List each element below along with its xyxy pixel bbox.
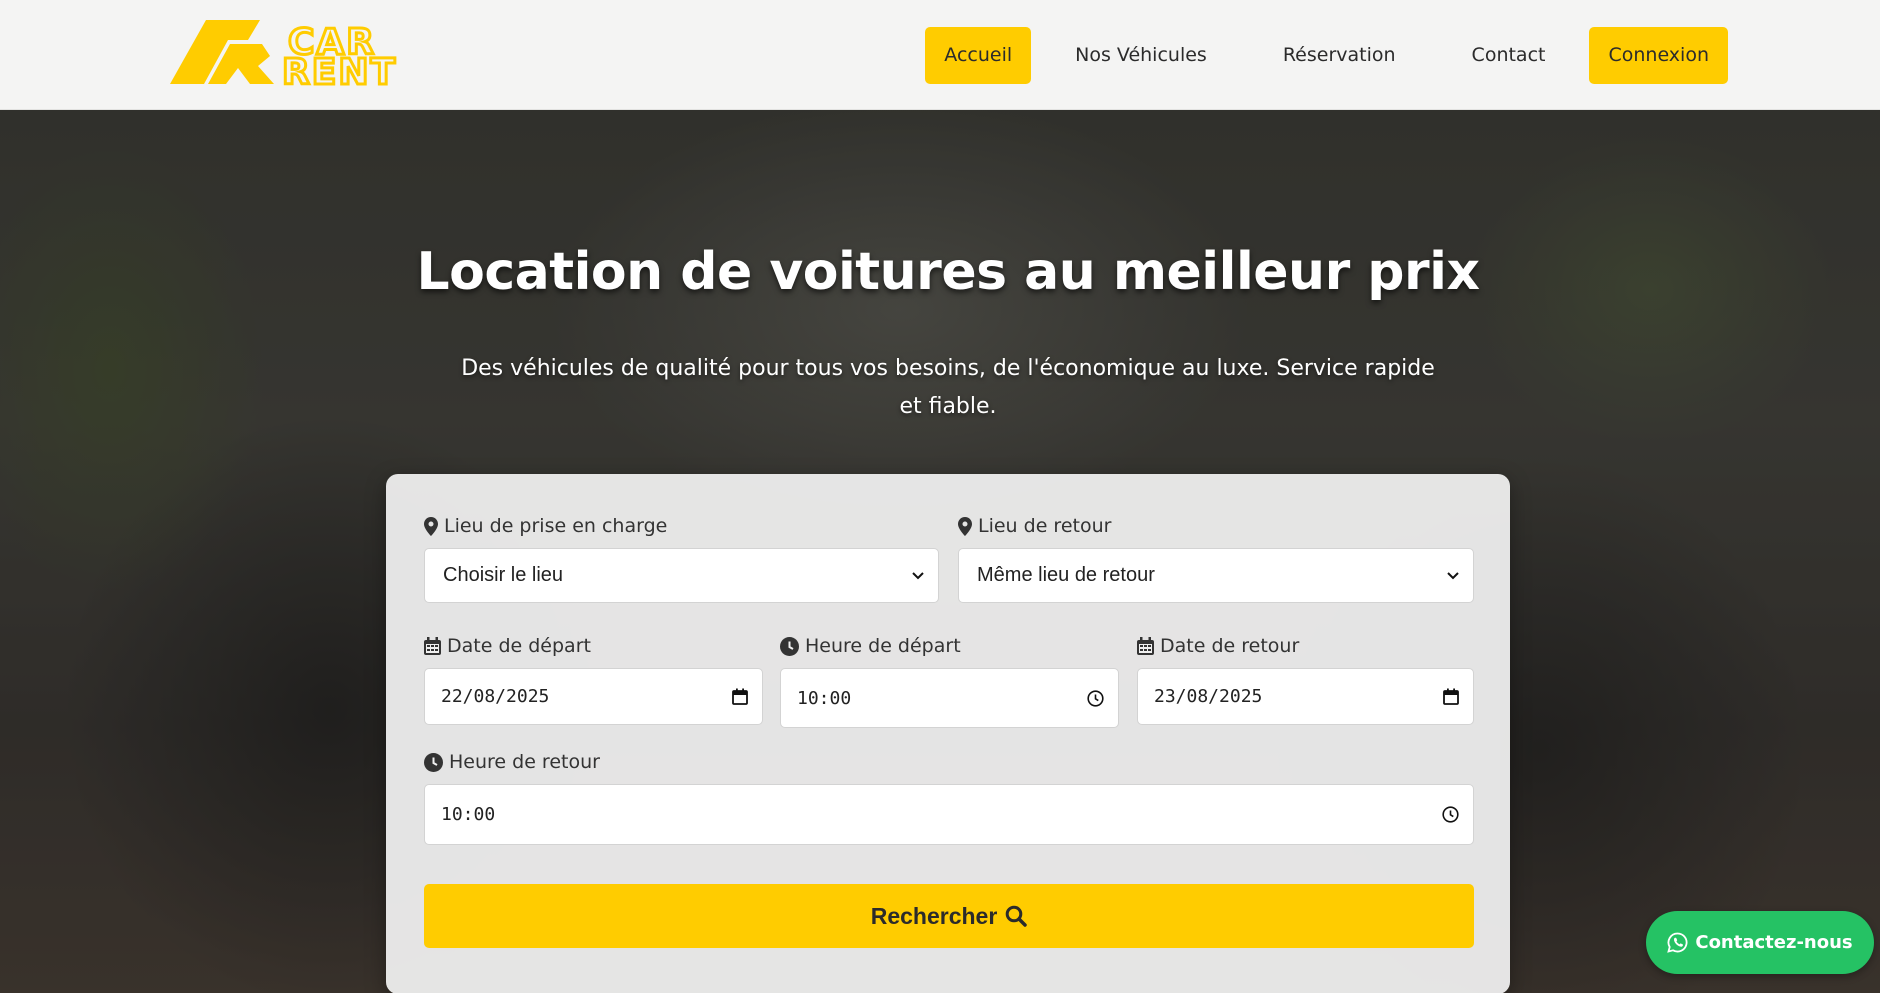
nav-reservation[interactable]: Réservation: [1251, 27, 1428, 84]
clock-icon: [780, 636, 799, 656]
chevron-down-icon: [1447, 571, 1459, 579]
nav-accueil[interactable]: Accueil: [925, 27, 1032, 84]
return-location-field: Lieu de retour Même lieu de retour: [958, 514, 1474, 603]
departure-date-field: Date de départ 22/08/2025: [424, 634, 763, 725]
departure-date-label: Date de départ: [447, 635, 591, 657]
departure-date-input[interactable]: 22/08/2025: [424, 668, 763, 725]
return-time-input[interactable]: 10:00: [424, 784, 1474, 845]
return-time-label: Heure de retour: [449, 751, 600, 773]
search-icon: [1005, 905, 1028, 927]
pickup-location-select[interactable]: Choisir le lieu: [424, 548, 939, 603]
pickup-location-field: Lieu de prise en charge Choisir le lieu: [424, 514, 939, 603]
car-rent-logo[interactable]: CAR RENT: [170, 20, 440, 86]
return-time-field: Heure de retour 10:00: [424, 750, 1474, 845]
return-location-label: Lieu de retour: [978, 515, 1112, 537]
main-nav: Accueil Nos Véhicules Réservation Contac…: [913, 27, 1728, 84]
return-date-input[interactable]: 23/08/2025: [1137, 668, 1474, 725]
nav-contact[interactable]: Contact: [1440, 27, 1578, 84]
return-date-field: Date de retour 23/08/2025: [1137, 634, 1474, 725]
hero-section: Location de voitures au meilleur prix De…: [0, 110, 1880, 993]
hero-subtitle: Des véhicules de qualité pour tous vos b…: [461, 356, 1435, 419]
departure-time-label: Heure de départ: [805, 635, 961, 657]
booking-form: Lieu de prise en charge Choisir le lieu …: [386, 474, 1510, 993]
whatsapp-contact-button[interactable]: Contactez-nous: [1646, 911, 1874, 974]
calendar-picker-icon[interactable]: [1443, 688, 1459, 705]
nav-nos-vehicules[interactable]: Nos Véhicules: [1043, 27, 1239, 84]
svg-text:RENT: RENT: [282, 52, 397, 86]
clock-picker-icon[interactable]: [1442, 806, 1459, 823]
calendar-icon: [424, 637, 441, 655]
top-navbar: CAR RENT Accueil Nos Véhicules Réservati…: [0, 0, 1880, 110]
return-date-label: Date de retour: [1160, 635, 1300, 657]
map-marker-icon: [958, 516, 972, 536]
calendar-icon: [1137, 637, 1154, 655]
return-location-select[interactable]: Même lieu de retour: [958, 548, 1474, 603]
login-button[interactable]: Connexion: [1589, 27, 1728, 84]
search-button[interactable]: Rechercher: [424, 884, 1474, 948]
hero-title: Location de voitures au meilleur prix: [416, 242, 1480, 302]
clock-icon: [424, 752, 443, 772]
map-marker-icon: [424, 516, 438, 536]
chevron-down-icon: [912, 571, 924, 579]
pickup-location-label: Lieu de prise en charge: [444, 515, 668, 537]
departure-time-input[interactable]: 10:00: [780, 668, 1119, 728]
whatsapp-icon: [1667, 932, 1688, 953]
clock-picker-icon[interactable]: [1087, 689, 1104, 707]
calendar-picker-icon[interactable]: [732, 688, 748, 705]
departure-time-field: Heure de départ 10:00: [780, 634, 1119, 728]
